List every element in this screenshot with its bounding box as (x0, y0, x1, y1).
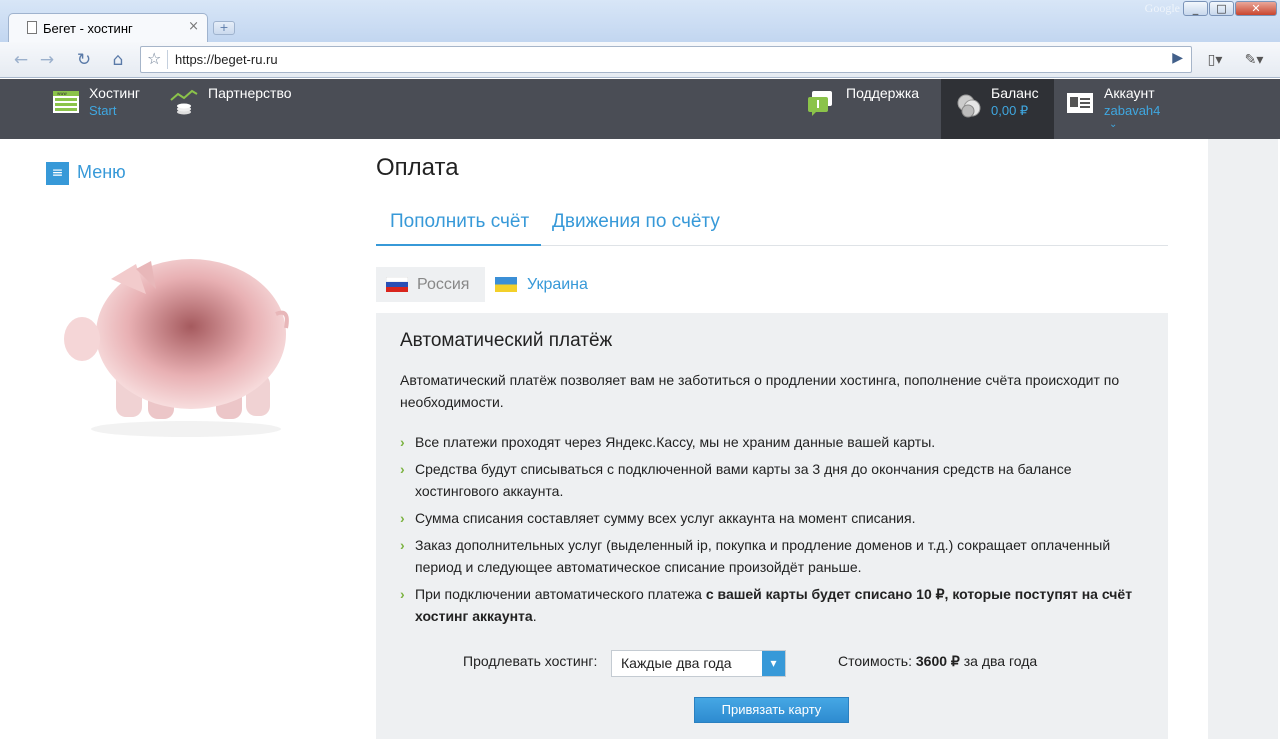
list-item-text: Заказ дополнительных услуг (выделенный i… (415, 537, 1111, 575)
site-navbar: www Хостинг Start Партнерство Поддержка … (0, 79, 1280, 139)
address-bar[interactable]: ☆ https://beget-ru.ru ▶ (140, 46, 1192, 73)
cost-suffix: за два года (963, 653, 1038, 669)
nav-support-title: Поддержка (846, 85, 920, 101)
content-area: ≡ Меню Оплата Пополнить счёт Движения по… (0, 139, 1280, 739)
nav-account-title: Аккаунт (1104, 85, 1155, 101)
partners-chart-icon (170, 89, 198, 115)
browser-brand: Google (1144, 1, 1180, 15)
list-item: › Средства будут списываться с подключен… (400, 458, 1140, 502)
wrench-menu-icon[interactable]: ✎▾ (1238, 48, 1270, 72)
browser-tab[interactable]: Бегет - хостинг × (8, 13, 208, 43)
renew-period-select[interactable]: Каждые два года ▾ (611, 650, 786, 677)
list-item-text: Все платежи проходят через Яндекс.Кассу,… (415, 434, 936, 450)
cost-info: Стоимость: 3600 ₽ за два года (838, 653, 1037, 670)
panel-intro: Автоматический платёж позволяет вам не з… (400, 372, 1120, 410)
browser-titlebar: Google _ □ ✕ Бегет - хостинг × + (0, 0, 1280, 43)
page-title: Оплата (376, 154, 459, 181)
tab-close-icon[interactable]: × (188, 19, 199, 34)
close-window-button[interactable]: ✕ (1235, 1, 1277, 16)
nav-balance[interactable]: Баланс 0,00 ₽ (941, 79, 1054, 139)
list-item: › При подключении автоматического платеж… (400, 583, 1140, 627)
hosting-table-icon: www (53, 91, 79, 113)
browser-toolbar: ← → ↻ ⌂ ☆ https://beget-ru.ru ▶ ▯▾ ✎▾ (0, 42, 1280, 78)
nav-balance-title: Баланс (991, 85, 1039, 101)
cost-value: 3600 ₽ (915, 653, 960, 669)
coins-icon (957, 94, 981, 118)
nav-account[interactable]: Аккаунт zabavah4 ⌄ (1062, 79, 1202, 139)
nav-account-login: zabavah4 (1104, 103, 1161, 118)
list-item-text: Средства будут списываться с подключенно… (415, 461, 1072, 499)
maximize-button[interactable]: □ (1209, 1, 1234, 16)
chevron-down-icon[interactable]: ▾ (762, 651, 785, 676)
nav-partners-title: Партнерство (208, 85, 292, 101)
go-arrow-icon[interactable]: ▶ (1172, 50, 1183, 66)
auto-payment-panel: Автоматический платёж Автоматический пла… (376, 313, 1168, 739)
menu-icon: ≡ (46, 162, 69, 185)
support-chat-icon (808, 91, 832, 116)
chevron-down-icon[interactable]: ⌄ (1109, 119, 1117, 130)
payment-tabs: Пополнить счёт Движения по счёту (376, 207, 1168, 246)
right-gutter (1208, 139, 1278, 739)
country-label-ukraine: Украина (527, 276, 588, 293)
chevron-right-icon: › (400, 510, 405, 526)
chevron-right-icon: › (400, 461, 405, 477)
home-icon[interactable]: ⌂ (106, 48, 130, 72)
list-item-text: Сумма списания составляет сумму всех усл… (415, 510, 916, 526)
nav-balance-value: 0,00 ₽ (991, 103, 1029, 118)
page-icon (27, 21, 37, 34)
piggy-bank-illustration (64, 259, 289, 437)
country-tab-russia[interactable]: Россия (376, 267, 485, 302)
panel-heading: Автоматический платёж (400, 330, 613, 351)
forward-arrow-icon[interactable]: → (36, 48, 58, 72)
chevron-right-icon: › (400, 537, 405, 553)
minimize-button[interactable]: _ (1183, 1, 1208, 16)
nav-hosting[interactable]: www Хостинг Start (40, 79, 160, 139)
nav-hosting-sub[interactable]: Start (89, 103, 116, 118)
nav-support[interactable]: Поддержка (800, 79, 940, 139)
renew-period-value: Каждые два года (621, 655, 732, 671)
nav-hosting-title: Хостинг (89, 85, 141, 101)
bullet-suffix: . (532, 608, 537, 624)
url-text[interactable]: https://beget-ru.ru (175, 52, 278, 67)
menu-label: Меню (77, 162, 126, 182)
id-card-icon (1067, 93, 1093, 113)
country-tab-ukraine[interactable]: Украина (485, 267, 605, 302)
reload-icon[interactable]: ↻ (72, 48, 96, 72)
tab-transactions[interactable]: Движения по счёту (552, 207, 772, 246)
tab-top-up[interactable]: Пополнить счёт (376, 207, 541, 246)
chevron-right-icon: › (400, 586, 405, 602)
list-item-text: При подключении автоматического платежа … (400, 583, 1140, 627)
chevron-right-icon: › (400, 434, 405, 450)
tab-title: Бегет - хостинг (43, 21, 133, 36)
bullet-prefix: При подключении автоматического платежа (415, 586, 706, 602)
bind-card-button[interactable]: Привязать карту (694, 697, 849, 723)
list-item: › Сумма списания составляет сумму всех у… (400, 507, 1140, 529)
list-item: › Заказ дополнительных услуг (выделенный… (400, 534, 1120, 578)
bookmark-star-icon[interactable]: ☆ (147, 49, 161, 68)
svg-text:www: www (57, 91, 68, 96)
russia-flag-icon (386, 277, 408, 292)
omnibox-divider (167, 50, 168, 69)
renew-label: Продлевать хостинг: (463, 653, 598, 669)
nav-partners[interactable]: Партнерство (165, 79, 315, 139)
ukraine-flag-icon (495, 277, 517, 292)
page-menu-icon[interactable]: ▯▾ (1200, 48, 1230, 72)
country-tabs: Россия Украина (376, 267, 1168, 302)
list-item: › Все платежи проходят через Яндекс.Касс… (400, 431, 1140, 453)
country-label-russia: Россия (417, 276, 470, 293)
cost-label: Стоимость: (838, 653, 912, 669)
back-arrow-icon[interactable]: ← (10, 48, 32, 72)
new-tab-button[interactable]: + (213, 21, 235, 35)
